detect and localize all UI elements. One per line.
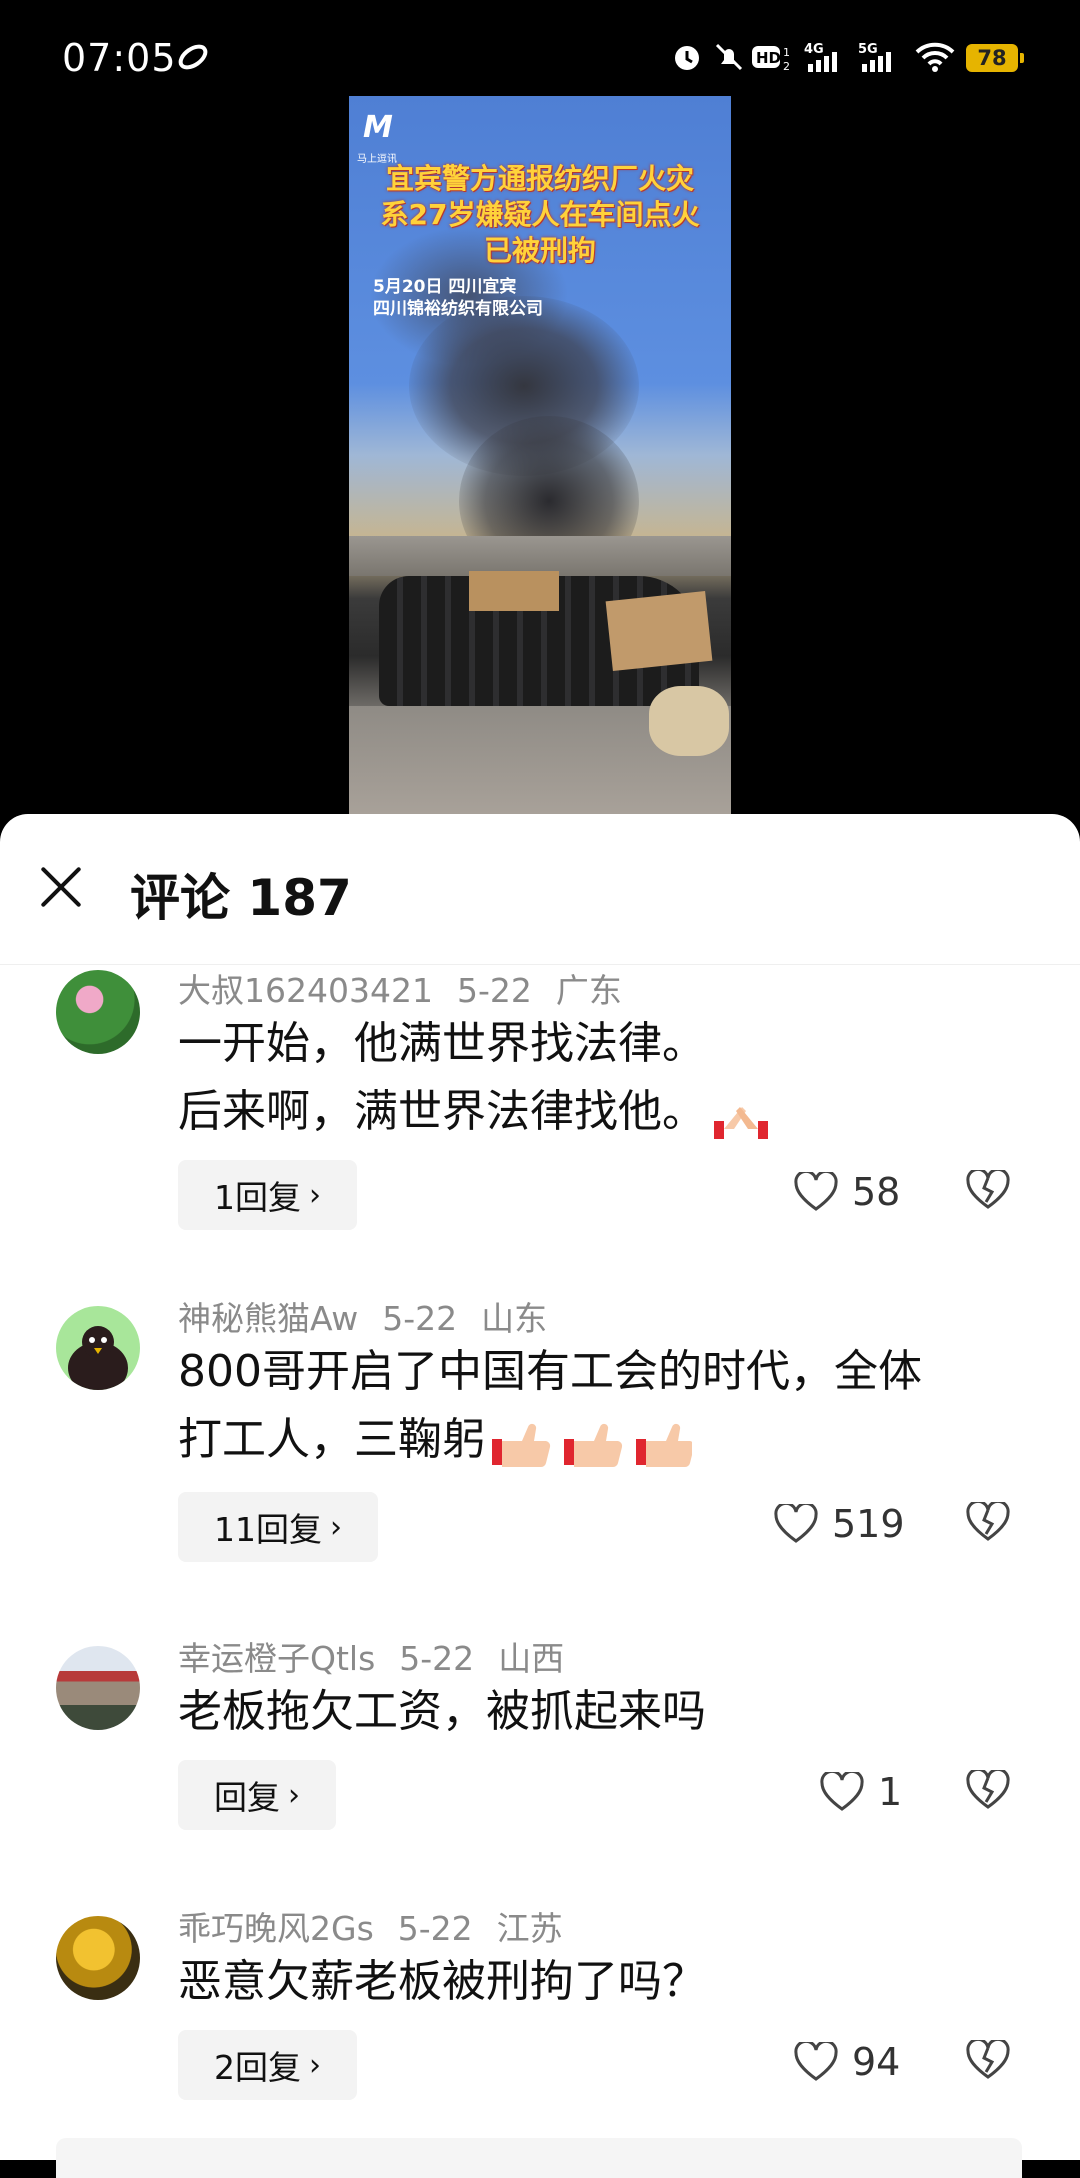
like-button[interactable]: 94	[794, 2040, 900, 2084]
5g-signal-icon: 5G	[858, 40, 904, 74]
chevron-right-icon: ›	[330, 1509, 342, 1545]
comment-line-wrap: 打工人，三鞠躬	[178, 1406, 1038, 1474]
view-replies-button[interactable]: 1回复 ›	[178, 1160, 357, 1230]
battery-indicator: 78	[966, 44, 1024, 72]
chevron-right-icon: ›	[309, 1177, 321, 1213]
view-replies-button[interactable]: 11回复 ›	[178, 1492, 378, 1562]
comment-username[interactable]: 幸运橙子Qtls	[178, 1639, 375, 1678]
svg-text:4G: 4G	[804, 42, 824, 57]
status-bar: 07:05 HD 1 2 4G 5G 78	[0, 0, 1080, 110]
reply-label: 1回复	[214, 1178, 301, 1217]
like-count: 94	[852, 2040, 901, 2084]
avatar[interactable]	[56, 1916, 140, 2000]
comment-line: 后来啊，满世界法律找他。	[178, 1086, 706, 1137]
heart-icon	[820, 1772, 864, 1811]
heart-icon	[794, 1172, 838, 1211]
svg-text:2: 2	[783, 60, 790, 73]
next-comment-peek	[56, 2138, 1022, 2178]
dislike-button[interactable]	[966, 2037, 1010, 2084]
broken-heart-icon	[966, 1499, 1010, 1541]
comment-date: 5-22	[382, 1299, 458, 1338]
like-button[interactable]: 58	[794, 1170, 900, 1214]
sack	[649, 686, 729, 756]
comment-text[interactable]: 老板拖欠工资，被抓起来吗	[178, 1678, 1018, 1746]
video-title-line: 宜宾警方通报纺织厂火灾	[385, 162, 694, 195]
broken-heart-icon	[966, 2037, 1010, 2079]
mute-icon	[712, 40, 746, 74]
comment-meta: 乖巧晚风2Gs 5-22 江苏	[178, 1902, 587, 1950]
video-title-line: 系27岁嫌疑人在车间点火	[380, 198, 700, 231]
wifi-icon	[914, 40, 956, 74]
broken-heart-icon	[966, 1767, 1010, 1809]
comment-date: 5-22	[397, 1909, 473, 1948]
comment-date: 5-22	[456, 971, 532, 1010]
avatar[interactable]	[56, 1646, 140, 1730]
comments-sheet: 评论 187 大叔162403421 5-22 广东 一开始，他满世界找法律。 后来…	[0, 814, 1080, 2178]
video-title-line: 已被刑拘	[483, 234, 596, 267]
chevron-right-icon: ›	[288, 1777, 300, 1813]
comment-meta: 大叔162403421 5-22 广东	[178, 964, 646, 1012]
panda-avatar-icon	[68, 1326, 128, 1390]
comment-location: 山西	[498, 1639, 565, 1678]
comment-text[interactable]: 恶意欠薪老板被刑拘了吗？	[178, 1948, 1018, 2016]
news-logo-icon: M	[363, 110, 393, 145]
heart-icon	[794, 2042, 838, 2081]
broken-heart-icon	[966, 1167, 1010, 1209]
thumbs-up-emoji	[492, 1421, 695, 1468]
reply-label: 回复	[214, 1778, 280, 1817]
alarm-icon	[670, 40, 704, 74]
like-count: 1	[878, 1770, 903, 1814]
video-player[interactable]: M 马上逗讯 宜宾警方通报纺织厂火灾 系27岁嫌疑人在车间点火 已被刑拘 5月2…	[349, 96, 731, 814]
comment-location: 广东	[555, 971, 622, 1010]
dislike-button[interactable]	[966, 1767, 1010, 1814]
svg-text:HD: HD	[756, 49, 781, 67]
view-replies-button[interactable]: 2回复 ›	[178, 2030, 357, 2100]
svg-text:1: 1	[783, 46, 790, 59]
video-subtitle-line: 5月20日 四川宜宾	[373, 277, 517, 297]
svg-text:5G: 5G	[858, 42, 878, 57]
clap-hands-emoji	[712, 1093, 770, 1139]
comment-line: 老板拖欠工资，被抓起来吗	[178, 1686, 706, 1737]
comment-line: 一开始，他满世界找法律。	[178, 1018, 706, 1069]
reply-label: 11回复	[214, 1510, 322, 1549]
cardboard-box	[469, 571, 559, 611]
like-button[interactable]: 1	[820, 1770, 902, 1814]
like-count: 58	[852, 1170, 901, 1214]
comment-location: 山东	[481, 1299, 548, 1338]
comment-line-wrap: 后来啊，满世界法律找他。	[178, 1078, 1018, 1146]
comment-line: 800哥开启了中国有工会的时代，全体	[178, 1346, 922, 1397]
comment-username[interactable]: 大叔162403421	[178, 971, 433, 1010]
heart-icon	[774, 1504, 818, 1543]
close-icon[interactable]	[38, 864, 84, 910]
avatar[interactable]	[56, 1306, 140, 1390]
comment-username[interactable]: 神秘熊猫Aw	[178, 1299, 358, 1338]
comment-line: 恶意欠薪老板被刑拘了吗？	[178, 1956, 706, 2007]
view-replies-button[interactable]: 回复 ›	[178, 1760, 336, 1830]
dislike-button[interactable]	[966, 1167, 1010, 1214]
dislike-button[interactable]	[966, 1499, 1010, 1546]
like-count: 519	[832, 1502, 905, 1546]
clock: 07:05	[62, 36, 177, 80]
comments-title: 评论 187	[130, 869, 352, 927]
chevron-right-icon: ›	[309, 2047, 321, 2083]
comment-username[interactable]: 乖巧晚风2Gs	[178, 1909, 374, 1948]
like-button[interactable]: 519	[774, 1502, 905, 1546]
factory-skyline	[349, 536, 731, 576]
reply-label: 2回复	[214, 2048, 301, 2087]
comment-text[interactable]: 一开始，他满世界找法律。 后来啊，满世界法律找他。	[178, 1010, 1018, 1146]
comment-line: 打工人，三鞠躬	[178, 1414, 486, 1465]
comment-meta: 幸运橙子Qtls 5-22 山西	[178, 1632, 588, 1680]
comment-location: 江苏	[496, 1909, 563, 1948]
avatar[interactable]	[56, 970, 140, 1054]
video-subtitle-line: 四川锦裕纺织有限公司	[373, 299, 543, 319]
hd-icon: HD 1 2	[750, 40, 794, 74]
app-notification-icon	[176, 40, 210, 74]
comment-meta: 神秘熊猫Aw 5-22 山东	[178, 1292, 571, 1340]
comments-header: 评论 187	[0, 814, 1080, 965]
cardboard-box	[605, 590, 713, 672]
comment-text[interactable]: 800哥开启了中国有工会的时代，全体 打工人，三鞠躬	[178, 1338, 1038, 1474]
4g-signal-icon: 4G	[804, 40, 850, 74]
comment-date: 5-22	[399, 1639, 475, 1678]
